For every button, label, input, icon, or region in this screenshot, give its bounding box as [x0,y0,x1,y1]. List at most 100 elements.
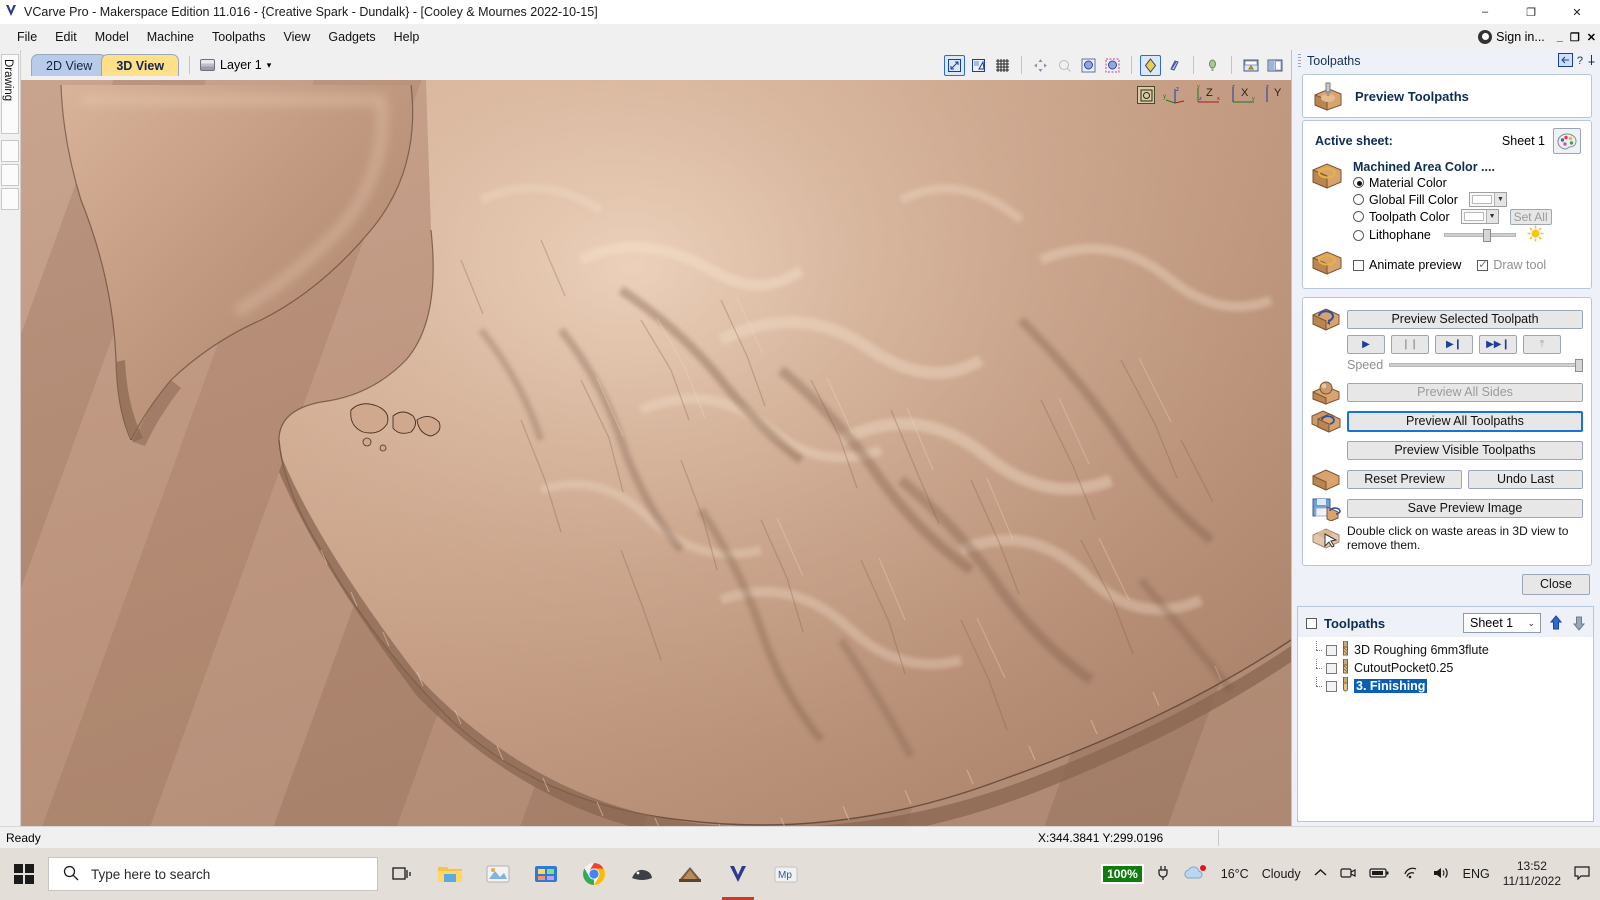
undo-last-button[interactable]: Undo Last [1468,470,1583,489]
minimize-button[interactable]: – [1462,0,1508,24]
zoom-selected-icon[interactable] [1102,55,1123,76]
pause-button[interactable]: ❙❙ [1391,335,1429,354]
close-panel-button[interactable]: Close [1522,574,1590,595]
maximize-button[interactable]: ❐ [1508,0,1554,24]
battery-icon[interactable] [1369,867,1389,882]
move-down-icon[interactable] [1571,614,1587,632]
radio-global-fill-color[interactable]: Global Fill Color ▼ [1353,191,1583,208]
radio-material-color[interactable]: Material Color [1353,174,1583,191]
menu-help[interactable]: Help [385,26,429,48]
rail-panel-slot-3[interactable] [1,188,19,210]
radio-lithophane[interactable]: Lithophane [1353,225,1583,245]
drawing-tab[interactable]: Drawing [1,54,19,134]
mdi-restore-button[interactable]: ❐ [1570,31,1580,44]
menu-view[interactable]: View [275,26,320,48]
file-explorer-icon[interactable] [426,848,474,900]
meet-now-icon[interactable] [1340,866,1356,883]
tab-2d-view[interactable]: 2D View [31,54,107,76]
mdi-close-button[interactable]: ✕ [1587,31,1596,44]
slider-knob[interactable] [1483,229,1491,242]
lighting-icon[interactable] [1202,55,1223,76]
zoom-window-icon[interactable] [1078,55,1099,76]
photos-app-icon[interactable] [522,848,570,900]
shade-model-icon[interactable] [1140,55,1161,76]
sheet-dropdown[interactable]: Sheet 1 ⌄ [1463,613,1541,633]
paint-app-icon[interactable] [474,848,522,900]
speed-slider[interactable] [1389,359,1583,371]
set-all-button[interactable]: Set All [1510,209,1552,225]
move-up-icon[interactable] [1548,614,1564,632]
reset-preview-button[interactable]: Reset Preview [1347,470,1462,489]
preview-selected-toolpath-button[interactable]: Preview Selected Toolpath [1347,310,1583,329]
vectric-aspire-icon[interactable] [666,848,714,900]
weather-description[interactable]: Cloudy [1262,867,1301,881]
rail-panel-slot-2[interactable] [1,164,19,186]
axis-gizmo-y-icon[interactable]: Y z [1265,84,1285,106]
brightness-sun-icon[interactable] [1527,225,1544,245]
toolpath-overlay-icon[interactable] [1164,55,1185,76]
toolpaths-master-checkbox[interactable] [1306,618,1317,629]
lithophane-slider[interactable] [1444,229,1516,241]
table-row[interactable]: 3D Roughing 6mm3flute [1298,641,1593,659]
fast-forward-button[interactable]: ▶▶❙ [1479,335,1517,354]
view-cube-icon[interactable] [1137,86,1155,104]
windows-start-icon[interactable] [0,848,48,900]
draw-tool-checkbox[interactable]: Draw tool [1477,257,1546,274]
zoom-to-extents-icon[interactable] [944,55,965,76]
mdi-minimize-button[interactable]: _ [1557,31,1563,44]
zoom-previous-icon[interactable] [1054,55,1075,76]
menu-machine[interactable]: Machine [138,26,203,48]
language-indicator[interactable]: ENG [1463,867,1490,881]
search-input[interactable]: Type here to search [48,857,378,891]
task-view-icon[interactable] [378,848,426,900]
wifi-icon[interactable] [1402,866,1419,882]
battery-percent-badge[interactable]: 100% [1101,864,1144,884]
taskbar-clock[interactable]: 13:52 11/11/2022 [1503,859,1561,889]
menu-model[interactable]: Model [86,26,138,48]
table-row[interactable]: 3. Finishing [1298,677,1593,695]
preview-all-sides-button[interactable]: Preview All Sides [1347,383,1583,402]
mp-app-icon[interactable]: Mp [762,848,810,900]
layer-selector[interactable]: Layer 1 ▾ [200,58,271,72]
weather-temperature[interactable]: 16°C [1221,867,1249,881]
menu-toolpaths[interactable]: Toolpaths [203,26,275,48]
row-visibility-checkbox[interactable] [1326,663,1337,674]
radio-toolpath-color[interactable]: Toolpath Color ▼ Set All [1353,208,1583,225]
tray-overflow-icon[interactable] [1314,867,1327,881]
save-preview-image-button[interactable]: Save Preview Image [1347,499,1583,518]
help-icon[interactable]: ? [1577,55,1583,67]
collapse-panel-icon[interactable] [1558,53,1573,70]
toolpath-color-swatch[interactable]: ▼ [1461,209,1499,224]
row-visibility-checkbox[interactable] [1326,645,1337,656]
two-sided-view-icon[interactable] [1264,55,1285,76]
menu-gadgets[interactable]: Gadgets [319,26,384,48]
google-chrome-icon[interactable] [570,848,618,900]
meshmixer-icon[interactable] [618,848,666,900]
menu-edit[interactable]: Edit [46,26,86,48]
view-axis-widget[interactable]: z y Z y x z X z y Y z [1137,84,1285,106]
play-button[interactable]: ▶ [1347,335,1385,354]
vcarve-pro-icon[interactable] [714,848,762,900]
axis-gizmo-x-icon[interactable]: X z y [1230,84,1258,106]
color-palette-icon[interactable] [1553,128,1581,154]
tab-3d-view[interactable]: 3D View [101,54,179,76]
material-setup-icon[interactable] [1240,55,1261,76]
toggle-grid-icon[interactable] [992,55,1013,76]
pan-icon[interactable] [1030,55,1051,76]
volume-icon[interactable] [1432,866,1450,883]
preview-visible-toolpaths-button[interactable]: Preview Visible Toolpaths [1347,441,1583,460]
cloudy-icon[interactable] [1182,864,1208,885]
row-visibility-checkbox[interactable] [1326,681,1337,692]
table-row[interactable]: CutoutPocket0.25 [1298,659,1593,677]
global-fill-color-swatch[interactable]: ▼ [1469,192,1507,207]
step-button[interactable]: ▶❙ [1435,335,1473,354]
axis-gizmo-z-icon[interactable]: Z y x z [1195,84,1223,106]
animate-preview-checkbox[interactable]: Animate preview [1353,257,1461,274]
preview-all-toolpaths-button[interactable]: Preview All Toolpaths [1347,411,1583,432]
slider-knob[interactable] [1575,359,1583,372]
close-button[interactable]: ✕ [1554,0,1600,24]
sign-in-area[interactable]: Sign in... _ ❐ ✕ [1478,30,1600,44]
zoom-to-selection-icon[interactable] [968,55,989,76]
to-end-button[interactable]: ⤒ [1523,335,1561,354]
power-plug-icon[interactable] [1157,865,1169,884]
